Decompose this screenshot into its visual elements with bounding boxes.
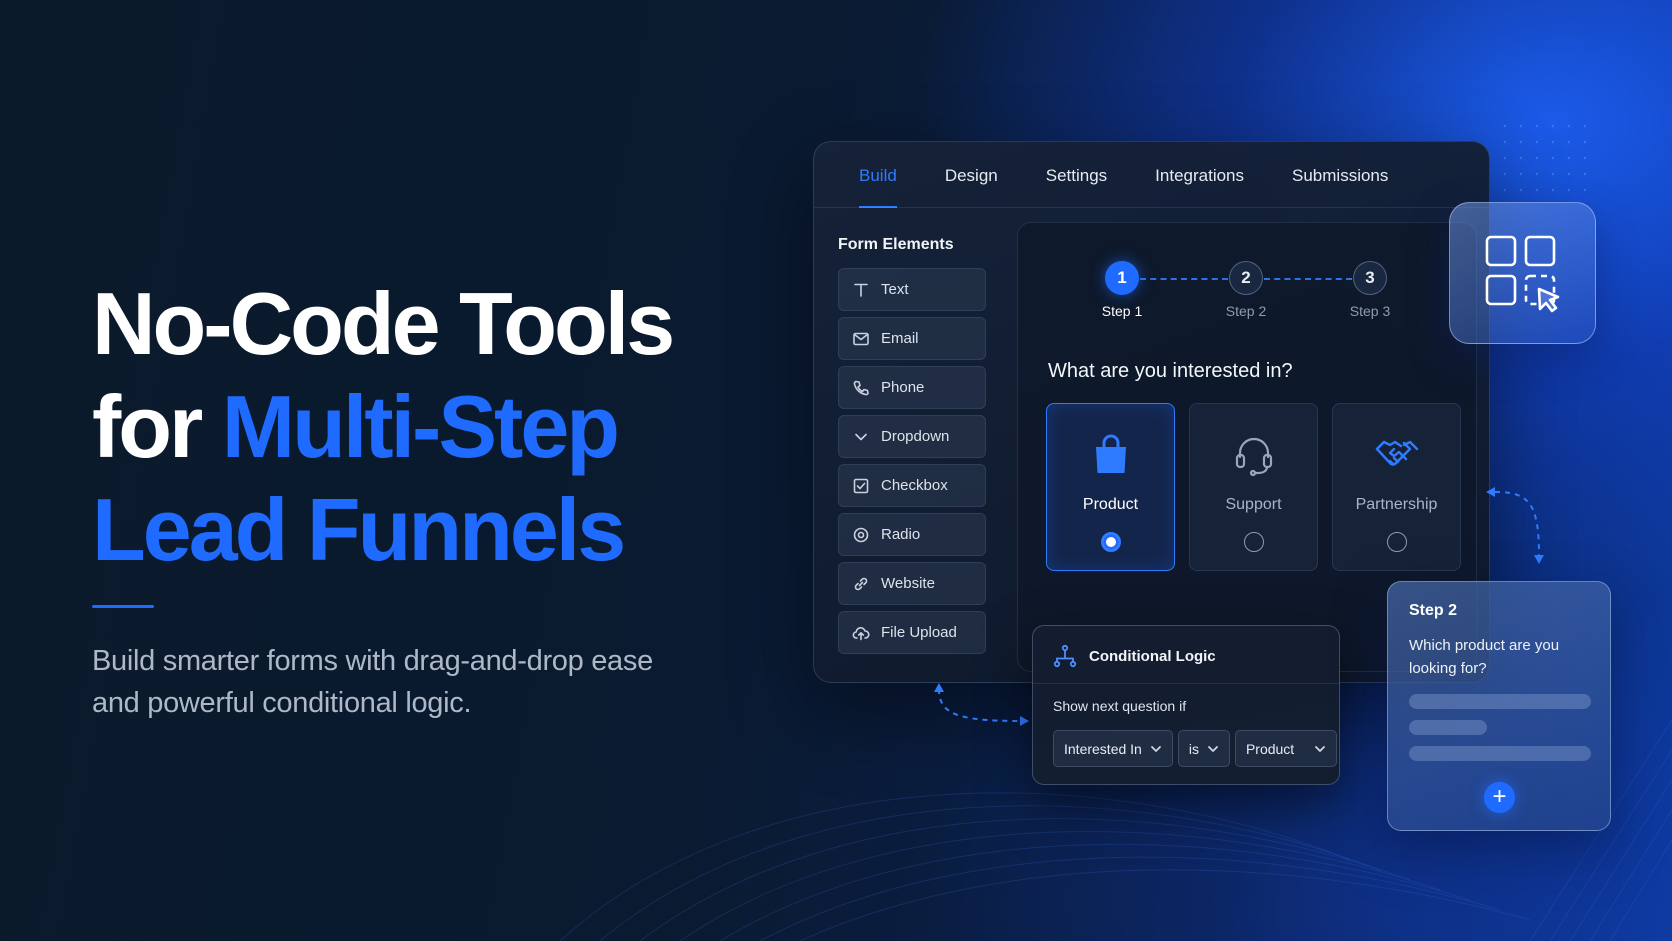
element-label: Text	[881, 281, 909, 298]
form-elements-title: Form Elements	[838, 236, 954, 253]
chevron-down-icon	[1315, 745, 1326, 752]
step-number: 2	[1229, 261, 1263, 295]
step-label: Step 2	[1225, 303, 1267, 319]
option-radio[interactable]	[1386, 532, 1407, 552]
step-1[interactable]: 1 Step 1	[1087, 261, 1157, 319]
value-select-value: Product	[1245, 740, 1295, 757]
chevron-down-icon	[851, 427, 871, 447]
headset-icon	[1190, 430, 1317, 480]
hero-title-plain: for	[92, 377, 222, 476]
placeholder-line	[1409, 694, 1591, 709]
builder-tabs: Build Design Settings Integrations Submi…	[814, 142, 1489, 208]
tab-submissions[interactable]: Submissions	[1292, 142, 1388, 208]
field-select[interactable]: Interested In	[1053, 730, 1173, 767]
tab-settings[interactable]: Settings	[1046, 142, 1107, 208]
add-button[interactable]: +	[1484, 782, 1515, 813]
element-label: Email	[881, 330, 919, 347]
chevron-down-icon	[1208, 745, 1218, 752]
step-3[interactable]: 3 Step 3	[1335, 261, 1405, 319]
element-radio[interactable]: Radio	[838, 513, 986, 556]
connector-arrow-right	[1486, 487, 1544, 564]
element-phone[interactable]: Phone	[838, 366, 986, 409]
option-product[interactable]: Product	[1046, 403, 1175, 571]
logic-description: Show next question if	[1053, 698, 1187, 714]
step-label: Step 1	[1101, 303, 1143, 319]
checkbox-icon	[851, 476, 871, 496]
option-label: Product	[1082, 496, 1139, 513]
grid-cursor-icon	[1485, 235, 1559, 313]
logic-rule-row: Interested In is Product	[1053, 730, 1338, 767]
step-2-title: Step 2	[1409, 602, 1458, 619]
element-website[interactable]: Website	[838, 562, 986, 605]
conditional-logic-card: Conditional Logic Show next question if …	[1032, 625, 1340, 785]
email-icon	[851, 329, 871, 349]
cloud-upload-icon	[851, 623, 871, 643]
step-number: 1	[1105, 261, 1139, 295]
option-radio[interactable]	[1243, 532, 1264, 552]
logic-header: Conditional Logic	[1053, 644, 1216, 668]
logic-title: Conditional Logic	[1089, 647, 1216, 665]
handshake-icon	[1333, 430, 1460, 480]
tabs-divider	[814, 207, 1489, 208]
hero-title-line-3: Lead Funnels	[92, 480, 626, 579]
option-partnership[interactable]: Partnership	[1332, 403, 1461, 571]
interest-options: Product Support Partnership	[1046, 403, 1462, 571]
text-icon	[851, 280, 871, 300]
step-label: Step 3	[1349, 303, 1391, 319]
hero-title-accent: Multi-Step	[221, 377, 620, 476]
element-label: Website	[881, 575, 935, 592]
option-radio[interactable]	[1100, 532, 1121, 552]
chevron-down-icon	[1150, 745, 1161, 752]
element-dropdown[interactable]: Dropdown	[838, 415, 986, 458]
shopping-bag-icon	[1047, 430, 1174, 480]
radio-icon	[851, 525, 871, 545]
connector-arrow-left	[934, 683, 1029, 726]
element-file-upload[interactable]: File Upload	[838, 611, 986, 654]
operator-select[interactable]: is	[1177, 730, 1230, 767]
step-number: 3	[1353, 261, 1387, 295]
placeholder-line	[1409, 746, 1591, 761]
step-2[interactable]: 2 Step 2	[1211, 261, 1281, 319]
form-elements-list: Text Email Phone Dropdown Checkbox Radio…	[838, 268, 986, 660]
value-select[interactable]: Product	[1234, 730, 1338, 767]
tab-design[interactable]: Design	[945, 142, 998, 208]
option-label: Partnership	[1355, 496, 1438, 513]
placeholder-line	[1409, 720, 1487, 735]
hero-title-line-1: No-Code Tools	[92, 274, 675, 373]
element-label: Checkbox	[881, 477, 948, 494]
element-checkbox[interactable]: Checkbox	[838, 464, 986, 507]
element-label: Radio	[881, 526, 921, 543]
element-label: Phone	[881, 379, 925, 396]
link-icon	[851, 574, 871, 594]
element-text[interactable]: Text	[838, 268, 986, 311]
logic-divider	[1033, 683, 1339, 684]
step-2-card: Step 2 Which product are you looking for…	[1387, 581, 1611, 831]
layout-grid-card	[1449, 202, 1596, 344]
hero-title: No-Code Tools for Multi-Step Lead Funnel…	[92, 272, 732, 581]
branch-icon	[1053, 644, 1077, 668]
hero-divider	[92, 605, 154, 608]
question-title: What are you interested in?	[1048, 360, 1293, 382]
element-email[interactable]: Email	[838, 317, 986, 360]
step-2-question: Which product are you looking for?	[1409, 637, 1560, 677]
tab-build[interactable]: Build	[859, 142, 897, 208]
option-support[interactable]: Support	[1189, 403, 1318, 571]
option-label: Support	[1225, 496, 1282, 513]
phone-icon	[851, 378, 871, 398]
stepper: 1 Step 1 2 Step 2 3 Step 3	[1018, 261, 1476, 331]
element-label: Dropdown	[881, 428, 950, 445]
field-select-value: Interested In	[1064, 740, 1142, 757]
hero-subtitle: Build smarter forms with drag-and-drop e…	[92, 645, 653, 719]
element-label: File Upload	[881, 624, 957, 641]
operator-select-value: is	[1188, 740, 1199, 757]
dot-grid	[1503, 124, 1587, 192]
tab-integrations[interactable]: Integrations	[1155, 142, 1244, 208]
hero-title-line-2: for Multi-Step	[92, 375, 732, 478]
